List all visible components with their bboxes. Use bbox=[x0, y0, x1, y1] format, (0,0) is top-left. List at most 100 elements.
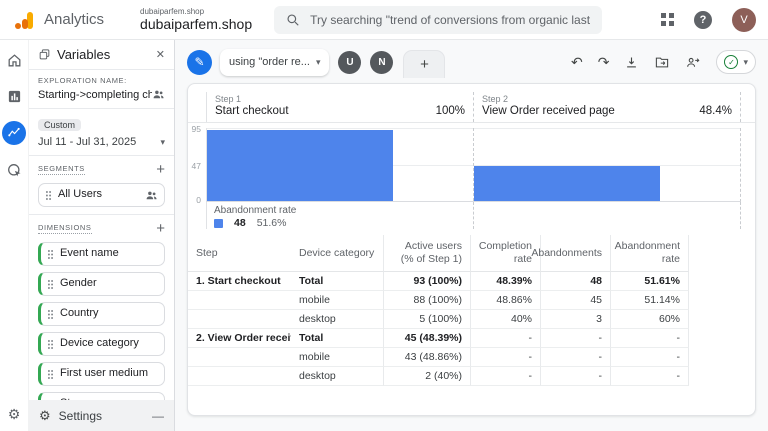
drag-handle-icon[interactable] bbox=[47, 369, 54, 380]
drag-handle-icon[interactable] bbox=[47, 339, 54, 350]
cell-abandonments: - bbox=[540, 348, 610, 368]
settings-bar[interactable]: ⚙ Settings — bbox=[29, 400, 174, 431]
drag-handle-icon[interactable] bbox=[47, 279, 54, 290]
cell-step bbox=[188, 310, 291, 330]
cell-abandonments: - bbox=[540, 367, 610, 387]
cell-abandonment-rate: - bbox=[610, 348, 689, 368]
tab-badge-n[interactable]: N bbox=[370, 50, 394, 74]
exploration-name-section: EXPLORATION NAME: Starting->completing c… bbox=[29, 70, 174, 109]
cell-device: desktop bbox=[291, 367, 383, 387]
cell-active-users: 5 (100%) bbox=[383, 310, 470, 330]
funnel-chart: Step 1 Start checkout 100% Step 2 View O… bbox=[188, 84, 755, 229]
search-input[interactable]: Try searching "trend of conversions from… bbox=[274, 5, 603, 34]
cell-step bbox=[188, 367, 291, 387]
cell-completion-rate: 48.86% bbox=[470, 291, 540, 311]
funnel-bar-step-1[interactable] bbox=[207, 129, 394, 201]
exploration-name-value[interactable]: Starting->completing chec... bbox=[38, 89, 152, 101]
undo-icon[interactable]: ↶ bbox=[571, 55, 583, 69]
avatar[interactable]: V bbox=[732, 7, 756, 32]
funnel-plot-area: 95 47 0 bbox=[192, 124, 741, 205]
advertising-icon[interactable] bbox=[6, 162, 23, 179]
collapse-icon[interactable]: — bbox=[152, 409, 164, 423]
close-icon[interactable]: ✕ bbox=[156, 48, 165, 61]
admin-gear-icon[interactable]: ⚙ bbox=[8, 406, 21, 423]
reports-icon[interactable] bbox=[7, 89, 22, 104]
cell-abandonments: - bbox=[540, 329, 610, 349]
share-users-icon[interactable] bbox=[685, 55, 701, 70]
y-tick-47: 47 bbox=[191, 160, 201, 171]
chevron-down-icon: ▾ bbox=[160, 136, 165, 147]
settings-label: Settings bbox=[58, 408, 103, 423]
cell-abandonment-rate: 51.61% bbox=[610, 272, 689, 292]
search-placeholder: Try searching "trend of conversions from… bbox=[310, 12, 591, 27]
drag-handle-icon[interactable] bbox=[45, 190, 52, 201]
account-name: dubaiparfem.shop bbox=[140, 6, 205, 16]
drag-handle-icon[interactable] bbox=[47, 249, 54, 260]
tab-badge-u[interactable]: U bbox=[338, 50, 362, 74]
redo-icon[interactable]: ↷ bbox=[598, 55, 610, 69]
exploration-toolbar: ✎ using "order re... ▾ U N + ↶ ↷ ✓ ▾ bbox=[187, 46, 756, 78]
funnel-bar-step-2[interactable] bbox=[474, 166, 661, 201]
col-header-step: Step bbox=[188, 235, 291, 273]
cell-step: 1. Start checkout bbox=[188, 272, 291, 292]
analytics-logo-icon bbox=[12, 9, 36, 31]
search-icon bbox=[287, 13, 299, 26]
col-header-active-users: Active users (% of Step 1) bbox=[383, 235, 470, 273]
explore-icon[interactable] bbox=[2, 121, 26, 145]
cell-completion-rate: 40% bbox=[470, 310, 540, 330]
cell-device: desktop bbox=[291, 310, 383, 330]
dimension-chip[interactable]: Country bbox=[38, 302, 165, 326]
segment-chip-all-users[interactable]: All Users bbox=[38, 183, 165, 207]
col-header-device: Device category bbox=[291, 235, 383, 273]
cell-step bbox=[188, 291, 291, 311]
account-property-switcher[interactable]: dubaiparfem.shop dubaiparfem.shop bbox=[140, 7, 252, 32]
funnel-step-2-header: Step 2 View Order received page 48.4% bbox=[473, 92, 740, 122]
gear-icon: ⚙ bbox=[39, 407, 51, 423]
cell-completion-rate: 48.39% bbox=[470, 272, 540, 292]
col-header-abandonments: Abandonments bbox=[531, 235, 610, 273]
audience-icon bbox=[146, 191, 157, 199]
segments-label: SEGMENTS bbox=[38, 164, 85, 175]
segments-section: SEGMENTS + All Users bbox=[29, 156, 174, 215]
dimension-chip[interactable]: Gender bbox=[38, 272, 165, 296]
apps-grid-icon[interactable] bbox=[661, 13, 674, 26]
collaborators-icon[interactable] bbox=[152, 88, 165, 101]
cell-completion-rate: - bbox=[470, 367, 540, 387]
export-icon[interactable] bbox=[654, 55, 670, 70]
cell-active-users: 43 (48.86%) bbox=[383, 348, 470, 368]
funnel-data-table: Step Device category Active users (% of … bbox=[188, 235, 755, 387]
add-segment-button[interactable]: + bbox=[156, 162, 165, 177]
date-range-section[interactable]: Custom Jul 11 - Jul 31, 2025 ▾ bbox=[29, 109, 174, 156]
exploration-name-label: EXPLORATION NAME: bbox=[38, 76, 127, 85]
variables-icon bbox=[39, 49, 50, 60]
cell-abandonments: 45 bbox=[540, 291, 610, 311]
cell-abandonment-rate: 60% bbox=[610, 310, 689, 330]
col-header-completion-rate: Completion rate bbox=[470, 235, 540, 273]
dimension-chip[interactable]: Event name bbox=[38, 242, 165, 266]
tab-using-order-received[interactable]: using "order re... ▾ bbox=[220, 48, 330, 76]
add-tab-button[interactable]: + bbox=[403, 50, 446, 78]
saved-status-button[interactable]: ✓ ▾ bbox=[716, 50, 756, 74]
cell-device: Total bbox=[291, 329, 383, 349]
add-dimension-button[interactable]: + bbox=[156, 221, 165, 236]
cell-device: mobile bbox=[291, 291, 383, 311]
cell-completion-rate: - bbox=[470, 348, 540, 368]
cell-step bbox=[188, 348, 291, 368]
dimension-chip[interactable]: Device category bbox=[38, 332, 165, 356]
step-1-percent: 100% bbox=[435, 105, 465, 117]
step-2-name: View Order received page bbox=[482, 105, 615, 117]
legend-swatch bbox=[214, 218, 223, 228]
segment-label: All Users bbox=[58, 188, 103, 201]
edit-pencil-icon[interactable]: ✎ bbox=[187, 49, 212, 75]
home-icon[interactable] bbox=[6, 52, 23, 69]
date-range-value: Jul 11 - Jul 31, 2025 bbox=[38, 136, 137, 148]
help-icon[interactable]: ? bbox=[694, 10, 712, 29]
drag-handle-icon[interactable] bbox=[47, 309, 54, 320]
download-icon[interactable] bbox=[624, 55, 639, 70]
panel-title: Variables bbox=[57, 47, 111, 62]
step-2-percent: 48.4% bbox=[699, 105, 732, 117]
cell-step: 2. View Order received page bbox=[188, 329, 291, 349]
cell-abandonment-rate: - bbox=[610, 367, 689, 387]
dimension-chip[interactable]: First user medium bbox=[38, 362, 165, 386]
cell-active-users: 93 (100%) bbox=[383, 272, 470, 292]
